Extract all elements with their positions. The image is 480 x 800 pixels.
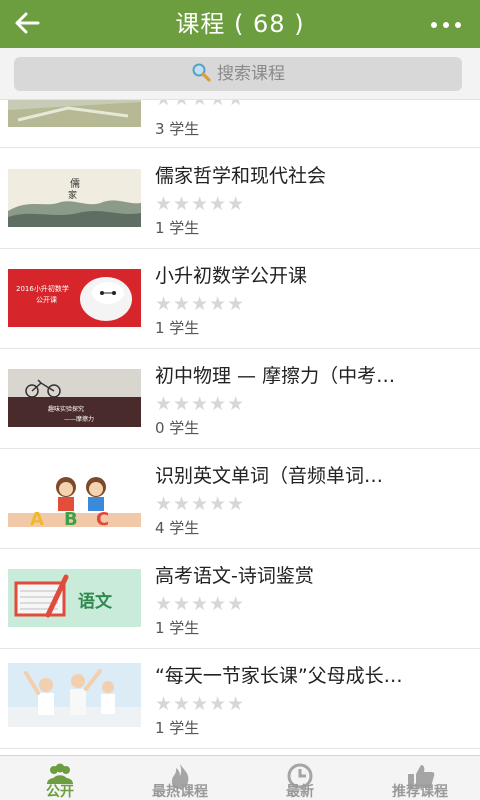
- course-thumbnail: A B C: [8, 469, 141, 527]
- page-title: 课程 ( 68 ): [175, 10, 305, 38]
- rating-stars: ★★★★★: [155, 693, 246, 715]
- tab-label: 最新: [286, 784, 314, 800]
- tab-recommended[interactable]: 推荐课程: [360, 756, 480, 800]
- course-item[interactable]: 2016小升初数学 公开课 小升初数学公开课 ★★★★★ 1 学生: [0, 249, 480, 349]
- course-item[interactable]: A B C 识别英文单词（音频单词… ★★★★★ 4 学生: [0, 449, 480, 549]
- search-bar: 搜索课程: [0, 48, 480, 100]
- student-count: 1 学生: [155, 619, 200, 637]
- rating-stars: ★★★★★: [155, 293, 246, 315]
- bottom-tab-bar: 公开 最热课程 最新 推荐课程: [0, 755, 480, 800]
- course-thumbnail: 2016小升初数学 公开课: [8, 269, 141, 327]
- tab-newest[interactable]: 最新: [240, 756, 360, 800]
- course-title: 小升初数学公开课: [155, 265, 308, 287]
- thumb-letter: A: [30, 509, 44, 527]
- thumb-text: 公开课: [36, 295, 57, 304]
- rating-stars: ★★★★★: [155, 100, 245, 110]
- course-item[interactable]: 趣味实验探究 ——摩擦力 初中物理 — 摩擦力（中考… ★★★★★ 0 学生: [0, 349, 480, 449]
- course-thumbnail: [8, 663, 141, 727]
- student-count: 1 学生: [155, 219, 200, 237]
- student-count: 0 学生: [155, 419, 200, 437]
- student-count: 1 学生: [155, 319, 200, 337]
- student-count: 3 学生: [155, 120, 200, 138]
- svg-text:家: 家: [68, 189, 77, 201]
- magnifier-icon: [192, 63, 211, 82]
- course-item[interactable]: 语文 高考语文-诗词鉴赏 ★★★★★ 1 学生: [0, 549, 480, 649]
- thumb-text: ——摩擦力: [64, 415, 94, 423]
- rating-stars: ★★★★★: [155, 593, 246, 615]
- course-list[interactable]: ★★★★★ 3 学生 儒 家 儒家哲学和现代社会 ★★★★★ 1 学生 2016…: [0, 100, 480, 755]
- tab-public[interactable]: 公开: [0, 756, 120, 800]
- student-count: 4 学生: [155, 519, 200, 537]
- course-item[interactable]: 儒 家 儒家哲学和现代社会 ★★★★★ 1 学生: [0, 149, 480, 249]
- rating-stars: ★★★★★: [155, 393, 246, 415]
- tab-hottest[interactable]: 最热课程: [120, 756, 240, 800]
- app-header: 课程 ( 68 ): [0, 0, 480, 48]
- tab-label: 推荐课程: [392, 784, 448, 800]
- course-title: “每天一节家长课”父母成长…: [155, 665, 403, 687]
- more-menu-button[interactable]: [426, 8, 466, 40]
- course-item[interactable]: ★★★★★ 3 学生: [0, 100, 480, 148]
- student-count: 1 学生: [155, 719, 200, 737]
- course-title: 高考语文-诗词鉴赏: [155, 565, 314, 587]
- course-item[interactable]: “每天一节家长课”父母成长… ★★★★★ 1 学生: [0, 649, 480, 749]
- course-title: 儒家哲学和现代社会: [155, 165, 327, 187]
- thumb-text: 趣味实验探究: [48, 405, 84, 413]
- thumb-text: 语文: [78, 591, 113, 612]
- thumb-letter: C: [96, 509, 109, 527]
- tab-label: 最热课程: [152, 784, 208, 800]
- course-thumbnail: 语文: [8, 569, 141, 627]
- course-title: 识别英文单词（音频单词…: [155, 465, 384, 487]
- course-thumbnail: 儒 家: [8, 169, 141, 227]
- tab-label: 公开: [46, 784, 74, 800]
- course-thumbnail: 趣味实验探究 ——摩擦力: [8, 369, 141, 427]
- more-dots-icon: [431, 22, 461, 28]
- search-placeholder: 搜索课程: [217, 64, 285, 84]
- course-thumbnail: [8, 100, 141, 127]
- search-input[interactable]: 搜索课程: [14, 57, 462, 91]
- svg-text:儒: 儒: [70, 177, 80, 190]
- rating-stars: ★★★★★: [155, 493, 246, 515]
- course-title: 初中物理 — 摩擦力（中考…: [155, 365, 396, 387]
- rating-stars: ★★★★★: [155, 193, 246, 215]
- thumb-letter: B: [64, 509, 78, 527]
- thumb-text: 2016小升初数学: [16, 284, 69, 293]
